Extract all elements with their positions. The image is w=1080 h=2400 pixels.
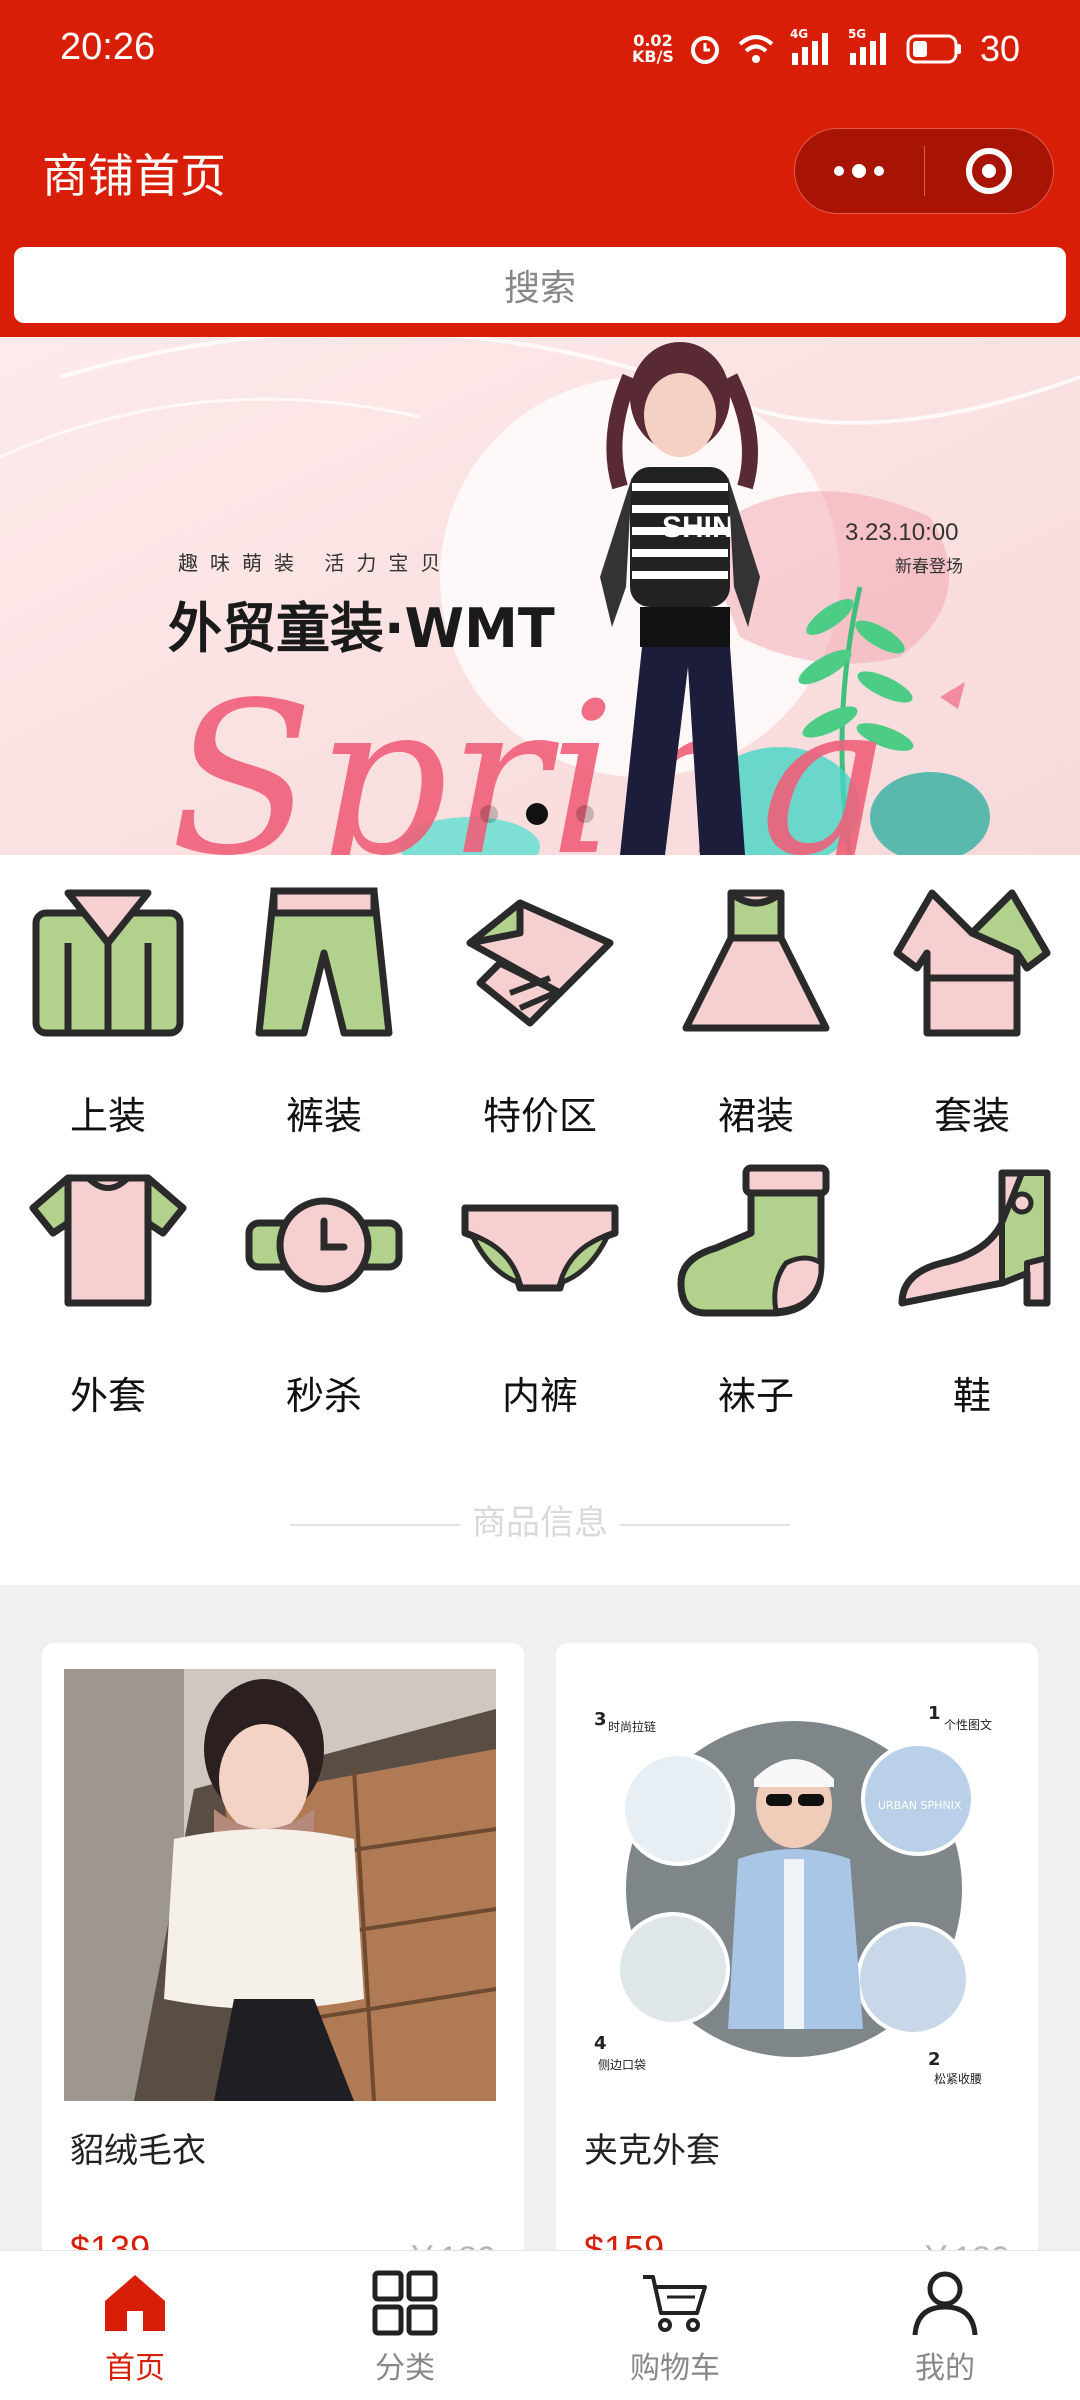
cart-icon (643, 2275, 707, 2332)
category-grid: 上装 裤装 特价区 裙装 套装 外套 秒杀 内裤 袜子 鞋 商品信息 (0, 855, 1080, 1585)
category-label: 裤装 (285, 1094, 362, 1138)
category-item-socks[interactable]: 袜子 (648, 1135, 864, 1418)
category-item-shoes[interactable]: 鞋 (864, 1135, 1080, 1418)
battery-icon (906, 34, 961, 64)
product-price: $159 (584, 2228, 665, 2250)
banner-title: 外贸童装·WMT (168, 597, 555, 660)
svg-text:个性图文: 个性图文 (944, 1717, 992, 1732)
tshirt-icon (29, 1174, 187, 1307)
svg-text:SHIN: SHIN (662, 511, 734, 544)
more-dots-icon (834, 164, 885, 178)
category-label: 特价区 (482, 1094, 597, 1138)
mini-program-capsule (794, 128, 1054, 214)
svg-text:松紧收腰: 松紧收腰 (934, 2072, 982, 2086)
product-price: $139 (70, 2228, 151, 2250)
category-label: 套装 (933, 1094, 1010, 1138)
pants-icon (255, 887, 393, 1037)
product-old-price: ￥189 (405, 2231, 496, 2250)
product-image[interactable]: 3 时尚拉链 1 个性图文 4 侧边口袋 2 松紧收腰 URBAN SPHNIX (578, 1669, 1010, 2101)
category-item-pants[interactable]: 裤装 (216, 855, 432, 1138)
svg-text:4: 4 (594, 2033, 607, 2054)
banner-date: 3.23.10:00 (845, 519, 959, 546)
section-title: 商品信息 (0, 1495, 1080, 1544)
grid-icon (372, 2270, 438, 2336)
signal-5g-icon: 5G (848, 27, 892, 67)
banner-note: 新春登场 (895, 557, 963, 577)
shop-home-page: 20:26 0.02 KB/S 4G 5G 30 商铺首页 搜索 Spring … (0, 0, 1080, 2400)
product-image[interactable] (64, 1669, 496, 2101)
battery-level: 30 (979, 28, 1020, 69)
robe-icon (893, 889, 1051, 1037)
bottom-tabbar: 首页 分类 购物车 我的 (0, 2250, 1080, 2400)
category-item-coats[interactable]: 外套 (0, 1135, 216, 1418)
target-icon (965, 148, 1012, 194)
product-old-price: ￥189 (919, 2231, 1010, 2250)
category-label: 袜子 (717, 1374, 794, 1418)
close-mini-program-button[interactable] (925, 129, 1054, 213)
category-label: 内裤 (501, 1374, 578, 1418)
category-item-tops[interactable]: 上装 (0, 855, 216, 1138)
home-icon (105, 2275, 165, 2331)
svg-text:2: 2 (928, 2049, 941, 2070)
category-item-underwear[interactable]: 内裤 (432, 1135, 648, 1418)
page-title: 商铺首页 (42, 149, 226, 203)
category-label: 鞋 (952, 1374, 991, 1418)
banner-indicator (480, 803, 594, 825)
svg-text:URBAN SPHNIX: URBAN SPHNIX (878, 1799, 962, 1812)
category-label: 裙装 (717, 1094, 794, 1138)
tab-label: 首页 (105, 2351, 165, 2386)
search-input[interactable]: 搜索 (14, 247, 1066, 323)
sock-icon (677, 1164, 830, 1317)
user-icon (912, 2271, 978, 2336)
product-list: 貂绒毛衣 $139 ￥189 3 (0, 1585, 1080, 2250)
alarm-icon (690, 36, 719, 64)
category-label: 上装 (69, 1094, 146, 1138)
search-placeholder: 搜索 (503, 268, 576, 309)
header: 20:26 0.02 KB/S 4G 5G 30 商铺首页 搜索 (0, 0, 1080, 337)
scarf-icon (466, 899, 614, 1027)
svg-text:1: 1 (928, 1703, 941, 1724)
wifi-icon (738, 35, 774, 63)
svg-text:时尚拉链: 时尚拉链 (608, 1719, 656, 1734)
svg-text:侧边口袋: 侧边口袋 (598, 2058, 646, 2072)
shirt-icon (32, 889, 184, 1037)
tab-label: 分类 (375, 2351, 435, 2386)
product-name: 貂绒毛衣 (70, 2131, 206, 2171)
network-speed: 0.02 KB/S (631, 31, 674, 66)
tab-cart[interactable]: 购物车 (540, 2251, 810, 2400)
promo-banner[interactable]: Spring SHIN 趣味萌装 活力宝贝 外贸童装·WMT 3.23.10:0… (0, 337, 1080, 855)
signal-4g-icon: 4G (790, 27, 834, 67)
category-item-sale[interactable]: 特价区 (432, 855, 648, 1138)
product-card[interactable]: 貂绒毛衣 $139 ￥189 (42, 1643, 524, 2250)
banner-subtitle: 趣味萌装 活力宝贝 (178, 551, 453, 575)
indicator-dot[interactable] (480, 805, 498, 823)
indicator-dot-active[interactable] (526, 803, 548, 825)
underwear-icon (461, 1204, 619, 1292)
category-label: 外套 (69, 1374, 146, 1418)
more-button[interactable] (795, 129, 924, 213)
title-row: 商铺首页 (0, 120, 1080, 220)
tab-label: 我的 (915, 2351, 975, 2386)
tab-profile[interactable]: 我的 (810, 2251, 1080, 2400)
category-item-dresses[interactable]: 裙装 (648, 855, 864, 1138)
status-bar: 20:26 0.02 KB/S 4G 5G 30 (0, 0, 1080, 100)
tab-home[interactable]: 首页 (0, 2251, 270, 2400)
category-item-sets[interactable]: 套装 (864, 855, 1080, 1138)
svg-text:3: 3 (594, 1709, 607, 1730)
category-item-flash-sale[interactable]: 秒杀 (216, 1135, 432, 1418)
product-card[interactable]: 3 时尚拉链 1 个性图文 4 侧边口袋 2 松紧收腰 URBAN SPHNIX… (556, 1643, 1038, 2250)
dress-icon (682, 889, 830, 1032)
svg-text:Spring: Spring (170, 657, 886, 855)
tab-category[interactable]: 分类 (270, 2251, 540, 2400)
indicator-dot[interactable] (576, 805, 594, 823)
status-icons: 0.02 KB/S 4G 5G 30 (631, 27, 1020, 70)
tab-label: 购物车 (630, 2351, 720, 2386)
watch-icon (245, 1197, 403, 1293)
status-time: 20:26 (60, 26, 156, 68)
heel-icon (898, 1169, 1051, 1307)
product-name: 夹克外套 (584, 2131, 720, 2171)
category-label: 秒杀 (285, 1374, 362, 1418)
